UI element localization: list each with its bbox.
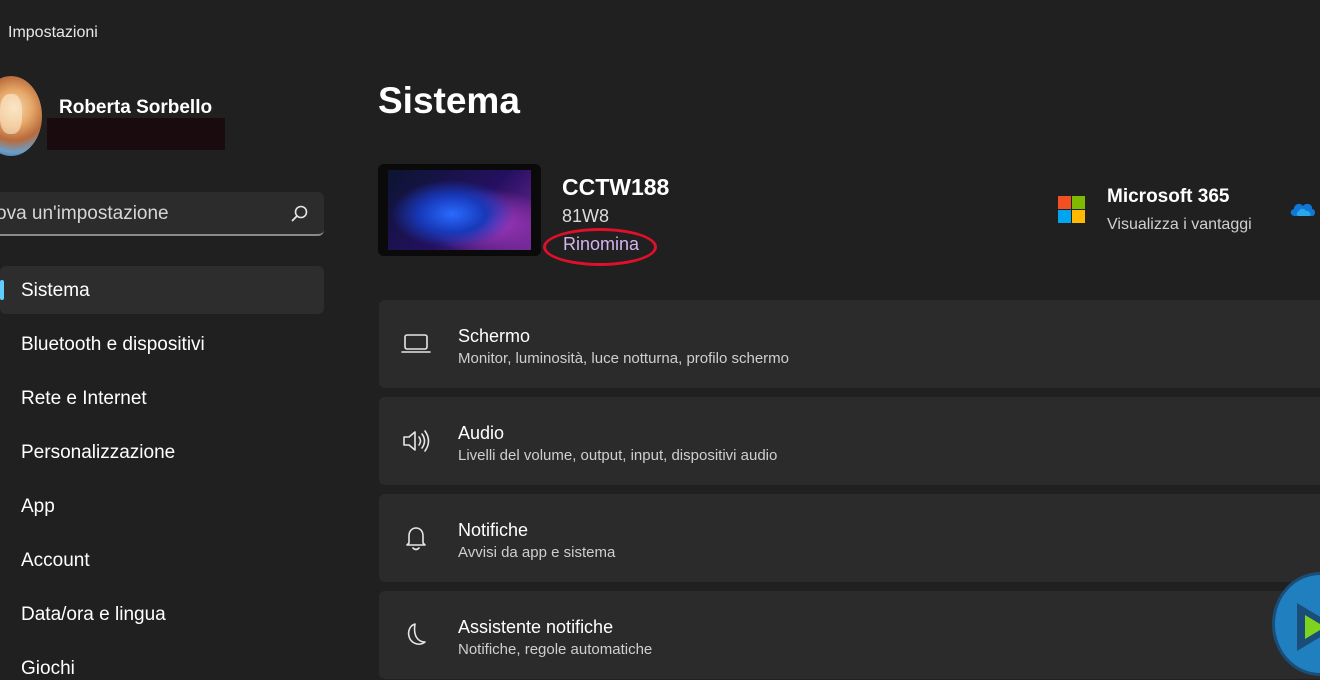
settings-card-schermo[interactable]: Schermo Monitor, luminosità, luce nottur…	[379, 300, 1320, 388]
settings-card-assistente-notifiche[interactable]: Assistente notifiche Notifiche, regole a…	[379, 591, 1320, 679]
bell-icon	[406, 527, 426, 551]
sidebar-item-label: Rete e Internet	[21, 388, 147, 409]
sidebar-nav: Sistema Bluetooth e dispositivi Rete e I…	[0, 266, 324, 680]
card-title: Notifiche	[458, 520, 529, 540]
sidebar-item-label: App	[21, 496, 55, 517]
sidebar-item-time-language[interactable]: Data/ora e lingua	[0, 590, 324, 638]
sidebar-item-personalization[interactable]: Personalizzazione	[0, 428, 324, 476]
sidebar-item-label: Data/ora e lingua	[21, 604, 166, 625]
sidebar-item-sistema[interactable]: Sistema	[0, 266, 324, 314]
card-subtitle: Livelli del volume, output, input, dispo…	[458, 447, 778, 464]
device-thumbnail	[378, 164, 541, 256]
device-model: 81W8	[562, 206, 610, 226]
play-logo-icon	[1297, 603, 1320, 651]
redacted-email	[47, 118, 225, 150]
monitor-icon	[401, 334, 431, 353]
settings-card-audio[interactable]: Audio Livelli del volume, output, input,…	[379, 397, 1320, 485]
card-title: Schermo	[458, 326, 531, 346]
microsoft-logo-icon	[1058, 196, 1085, 223]
sidebar-item-label: Personalizzazione	[21, 442, 176, 463]
card-title: Assistente notifiche	[458, 617, 614, 637]
search-box[interactable]: ova un'impostazione	[0, 192, 324, 236]
onedrive-icon[interactable]	[1287, 198, 1317, 220]
microsoft-365-promo[interactable]: Microsoft 365 Visualizza i vantaggi	[1058, 184, 1320, 244]
card-subtitle: Notifiche, regole automatiche	[458, 641, 653, 658]
search-input[interactable]: ova un'impostazione	[0, 203, 169, 225]
card-subtitle: Monitor, luminosità, luce notturna, prof…	[458, 350, 789, 367]
ms365-subtitle: Visualizza i vantaggi	[1107, 216, 1252, 233]
card-title: Audio	[458, 423, 505, 443]
avatar	[0, 76, 42, 156]
device-name: CCTW188	[562, 174, 670, 200]
settings-card-notifiche[interactable]: Notifiche Avvisi da app e sistema	[379, 494, 1320, 582]
sidebar-item-accounts[interactable]: Account	[0, 536, 324, 584]
annotation-circle	[543, 228, 657, 266]
sidebar-item-bluetooth[interactable]: Bluetooth e dispositivi	[0, 320, 324, 368]
window-title: Impostazioni	[8, 24, 98, 41]
sidebar-item-apps[interactable]: App	[0, 482, 324, 530]
sidebar-item-label: Bluetooth e dispositivi	[21, 334, 205, 355]
settings-list: Schermo Monitor, luminosità, luce nottur…	[379, 300, 1320, 680]
moon-icon	[407, 623, 426, 645]
wallpaper-preview	[388, 170, 531, 250]
sidebar-item-gaming[interactable]: Giochi	[0, 644, 324, 680]
card-subtitle: Avvisi da app e sistema	[458, 544, 616, 561]
sidebar-item-network[interactable]: Rete e Internet	[0, 374, 324, 422]
search-icon[interactable]	[290, 204, 310, 224]
user-profile[interactable]: Roberta Sorbello	[0, 76, 340, 166]
sidebar-item-label: Giochi	[21, 658, 75, 679]
sidebar-item-label: Sistema	[21, 280, 90, 301]
ms365-title: Microsoft 365	[1107, 186, 1230, 207]
speaker-icon	[403, 430, 430, 452]
page-title: Sistema	[378, 80, 520, 121]
profile-name: Roberta Sorbello	[59, 97, 213, 118]
sidebar-item-label: Account	[21, 550, 90, 571]
